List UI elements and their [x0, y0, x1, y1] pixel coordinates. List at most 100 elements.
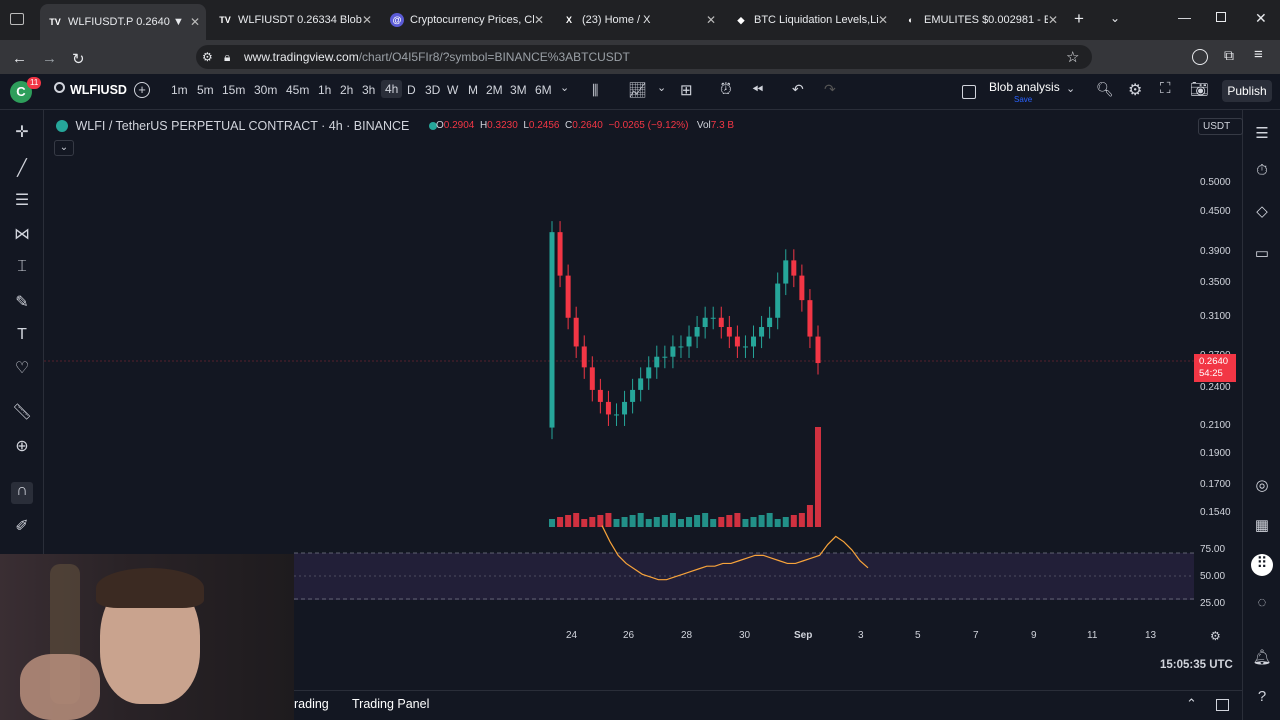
help-icon[interactable]: ?	[1251, 688, 1273, 710]
tf-w[interactable]: W	[447, 83, 458, 97]
lock-icon: 🔒︎	[224, 50, 231, 64]
indicator-chevron-icon[interactable]: ⌄	[1066, 82, 1075, 95]
price-scale[interactable]: USDT 0.5000 0.4500 0.3900 0.3500 0.3100 …	[1194, 110, 1244, 655]
tf-2h[interactable]: 2h	[340, 83, 353, 97]
chat-icon[interactable]: ▭	[1251, 244, 1273, 266]
watchlist-icon[interactable]: ☰	[1251, 124, 1273, 146]
tf-45m[interactable]: 45m	[286, 83, 309, 97]
bookmark-star-icon[interactable]: ☆	[1066, 48, 1079, 66]
collapse-panel-icon[interactable]: ⌃	[1186, 696, 1197, 712]
indicators-icon[interactable]: 📈︎	[628, 81, 647, 99]
close-window-icon[interactable]: ✕	[1255, 10, 1267, 27]
candles-group	[549, 221, 821, 440]
tab-trading-panel[interactable]: Trading Panel	[352, 697, 429, 711]
candle-style-icon[interactable]: ⫼	[592, 82, 598, 99]
calendar-icon[interactable]: ▦	[1251, 516, 1273, 538]
tf-30m[interactable]: 30m	[254, 83, 277, 97]
back-icon[interactable]: ←	[12, 50, 27, 67]
utc-clock[interactable]: 15:05:35 UTC	[1160, 659, 1233, 671]
site-info-icon[interactable]: ⚙	[202, 45, 213, 69]
add-symbol-icon[interactable]: +	[134, 82, 150, 98]
tf-3d[interactable]: 3D	[425, 83, 440, 97]
oscillator-band	[294, 553, 1194, 600]
tf-3m[interactable]: 3M	[510, 83, 527, 97]
volume-bar	[782, 517, 789, 527]
tf-4h[interactable]: 4h	[381, 80, 403, 98]
tf-15m[interactable]: 15m	[222, 83, 245, 97]
close-tab-icon[interactable]: ✕	[878, 13, 888, 27]
close-tab-icon[interactable]: ✕	[190, 15, 200, 29]
tf-d[interactable]: D	[407, 83, 416, 97]
volume-bar	[645, 519, 652, 527]
indicator-checkbox[interactable]	[962, 85, 976, 99]
tab-search-icon[interactable]	[10, 13, 24, 25]
indicator-name[interactable]: Blob analysis	[989, 80, 1060, 94]
symbol-input[interactable]: WLFIUSD	[70, 83, 127, 97]
close-tab-icon[interactable]: ✕	[362, 13, 372, 27]
fullscreen-icon[interactable]: ⛶	[1160, 80, 1171, 97]
tf-5m[interactable]: 5m	[197, 83, 214, 97]
time-label: 26	[623, 630, 635, 641]
symbol-search-icon[interactable]	[54, 82, 65, 93]
apps-grid-icon[interactable]: ⠿	[1251, 554, 1273, 576]
tab-trading[interactable]: rading	[294, 697, 329, 711]
close-tab-icon[interactable]: ✕	[706, 13, 716, 27]
browser-tab-5[interactable]: ◆ BTC Liquidation Levels,Liquid ✕	[726, 6, 894, 34]
publish-button[interactable]: Publish	[1222, 80, 1272, 102]
browser-tab-6[interactable]: ◐ EMULITES $0.002981 - Emul ✕	[896, 6, 1064, 34]
tradingview-favicon: TV	[219, 15, 231, 25]
tf-1m[interactable]: 1m	[171, 83, 188, 97]
volume-bar	[774, 519, 781, 527]
candle-body	[775, 283, 781, 318]
snapshot-camera-icon[interactable]: 📷︎	[1190, 80, 1209, 98]
maximize-panel-icon[interactable]	[1216, 699, 1229, 711]
alerts-clock-icon[interactable]: ⏱︎	[1251, 162, 1273, 184]
tf-m[interactable]: M	[468, 83, 478, 97]
tab-list-chevron-icon[interactable]: ⌄	[1110, 11, 1120, 25]
feed-icon[interactable]: ◌	[1251, 594, 1273, 616]
scale-settings-icon[interactable]: ⚙	[1210, 629, 1221, 643]
replay-icon[interactable]: ⏪︎	[752, 81, 763, 98]
new-tab-icon[interactable]: +	[1074, 9, 1084, 29]
reload-icon[interactable]: ↻	[72, 50, 85, 68]
alert-icon[interactable]: ⏰︎	[720, 81, 732, 98]
layout-grid-icon[interactable]: ⊞	[680, 81, 693, 99]
price-label: 0.3500	[1200, 277, 1231, 288]
browser-tab-2[interactable]: TV WLFIUSDT 0.26334 Blob ana ✕	[210, 6, 378, 34]
tradingview-favicon: TV	[49, 17, 61, 27]
tf-2m[interactable]: 2M	[486, 83, 503, 97]
account-icon[interactable]	[1192, 49, 1208, 65]
volume-bar	[710, 519, 717, 527]
maximize-icon[interactable]	[1216, 12, 1226, 22]
browser-menu-icon[interactable]: ≡	[1254, 46, 1263, 63]
undo-icon[interactable]: ↶	[792, 81, 804, 98]
close-tab-icon[interactable]: ✕	[534, 13, 544, 27]
redo-icon: ↷	[824, 81, 836, 97]
currency-selector[interactable]: USDT	[1198, 118, 1244, 135]
browser-tab-4[interactable]: X (23) Home / X ✕	[554, 6, 722, 34]
browser-tab-3[interactable]: @ Cryptocurrency Prices, Chart ✕	[382, 6, 550, 34]
tf-3h[interactable]: 3h	[362, 83, 375, 97]
close-tab-icon[interactable]: ✕	[1048, 13, 1058, 27]
forward-icon[interactable]: →	[42, 50, 57, 67]
candle-body	[751, 336, 757, 347]
url-field[interactable]: ⚙ 🔒︎ www.tradingview.com/chart/O4I5FIr8/…	[196, 45, 1092, 69]
candle-body	[622, 401, 628, 415]
extensions-icon[interactable]: ⧉	[1224, 47, 1234, 64]
indicators-chevron-icon[interactable]: ⌄	[657, 81, 666, 94]
layers-icon[interactable]: ◇	[1251, 202, 1273, 224]
target-icon[interactable]: ◎	[1251, 476, 1273, 498]
price-label: 0.1540	[1200, 507, 1231, 518]
candle-body	[565, 275, 571, 318]
quick-search-icon[interactable]: 🔍︎	[1096, 81, 1114, 98]
tf-6m[interactable]: 6M	[535, 83, 552, 97]
candle-body	[613, 414, 619, 416]
timeframe-dropdown-chevron-icon[interactable]: ⌄	[560, 81, 569, 94]
browser-tab-1[interactable]: TV WLFIUSDT.P 0.2640 ▼ −15 ✕	[40, 4, 206, 40]
candle-body	[581, 346, 587, 368]
candle-body	[646, 367, 652, 379]
minimize-icon[interactable]: —	[1178, 10, 1191, 25]
notification-bell-icon[interactable]: 🔔︎	[1251, 648, 1273, 670]
settings-gear-icon[interactable]: ⚙	[1128, 80, 1142, 100]
tf-1h[interactable]: 1h	[318, 83, 331, 97]
